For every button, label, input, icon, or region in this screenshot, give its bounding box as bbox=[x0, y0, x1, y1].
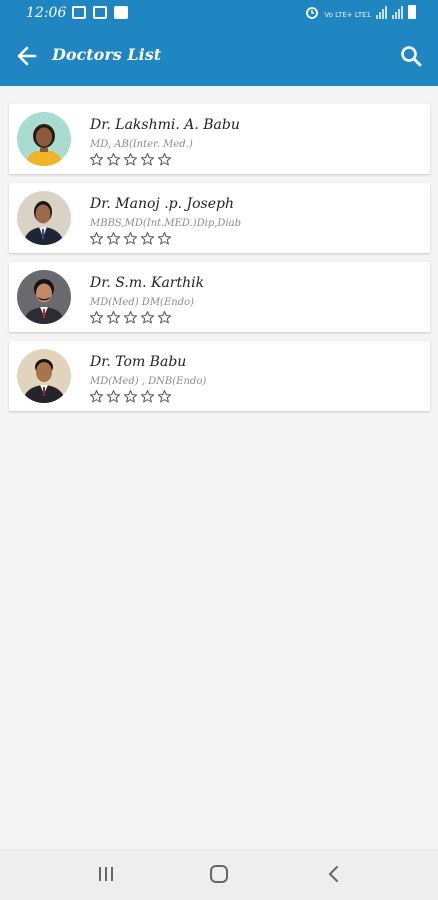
home-button[interactable] bbox=[206, 862, 232, 886]
star-outline-icon[interactable] bbox=[89, 310, 104, 325]
star-outline-icon[interactable] bbox=[157, 152, 172, 167]
star-outline-icon[interactable] bbox=[157, 389, 172, 404]
doctor-name: Dr. Lakshmi. A. Babu bbox=[90, 117, 240, 133]
system-icons: Vo LTE+ LTE1 bbox=[305, 5, 416, 19]
battery-icon bbox=[408, 5, 416, 19]
message-notification-icon bbox=[93, 6, 107, 19]
star-outline-icon[interactable] bbox=[140, 152, 155, 167]
rating-stars[interactable] bbox=[89, 389, 172, 404]
doctor-card[interactable]: Dr. Tom Babu MD(Med) , DNB(Endo) bbox=[9, 341, 430, 411]
doctor-qualifications: MD, AB(Inter. Med.) bbox=[90, 139, 193, 150]
home-icon bbox=[210, 865, 228, 883]
status-bar: 12:06 Vo LTE+ LTE1 bbox=[0, 0, 438, 28]
rating-stars[interactable] bbox=[89, 231, 172, 246]
page-title: Doctors List bbox=[52, 45, 162, 64]
star-outline-icon[interactable] bbox=[89, 389, 104, 404]
signal-2-icon bbox=[392, 6, 403, 19]
gallery-notification-icon bbox=[72, 6, 86, 19]
doctors-list: Dr. Lakshmi. A. Babu MD, AB(Inter. Med.)… bbox=[9, 104, 430, 420]
doctor-qualifications: MBBS,MD(Int.MED.)Dip,Diab bbox=[90, 218, 242, 229]
signal-1-icon bbox=[376, 6, 387, 19]
app-bar: 12:06 Vo LTE+ LTE1 Doctors List bbox=[0, 0, 438, 86]
doctor-qualifications: MD(Med) DM(Endo) bbox=[90, 297, 195, 308]
recents-icon bbox=[99, 867, 113, 881]
star-outline-icon[interactable] bbox=[106, 231, 121, 246]
star-outline-icon[interactable] bbox=[89, 152, 104, 167]
doctor-card[interactable]: Dr. Lakshmi. A. Babu MD, AB(Inter. Med.) bbox=[9, 104, 430, 174]
star-outline-icon[interactable] bbox=[123, 389, 138, 404]
doctor-avatar bbox=[17, 270, 71, 324]
back-button[interactable] bbox=[12, 42, 42, 70]
doctor-name: Dr. S.m. Karthik bbox=[90, 275, 205, 291]
star-outline-icon[interactable] bbox=[140, 310, 155, 325]
recents-button[interactable] bbox=[93, 862, 119, 886]
notification-icons bbox=[72, 6, 128, 19]
back-chevron-icon bbox=[328, 866, 338, 882]
doctor-name: Dr. Tom Babu bbox=[90, 354, 187, 370]
rating-stars[interactable] bbox=[89, 152, 172, 167]
star-outline-icon[interactable] bbox=[106, 310, 121, 325]
star-outline-icon[interactable] bbox=[106, 152, 121, 167]
star-outline-icon[interactable] bbox=[123, 231, 138, 246]
star-outline-icon[interactable] bbox=[106, 389, 121, 404]
doctor-avatar bbox=[17, 191, 71, 245]
doctor-avatar bbox=[17, 349, 71, 403]
search-icon bbox=[401, 46, 422, 67]
star-outline-icon[interactable] bbox=[157, 310, 172, 325]
alarm-icon bbox=[306, 7, 319, 19]
star-outline-icon[interactable] bbox=[140, 389, 155, 404]
search-button[interactable] bbox=[396, 42, 426, 70]
network-type-label: Vo LTE+ LTE1 bbox=[324, 11, 371, 19]
star-outline-icon[interactable] bbox=[89, 231, 104, 246]
doctor-avatar bbox=[17, 112, 71, 166]
check-notification-icon bbox=[114, 6, 128, 19]
doctor-card[interactable]: Dr. Manoj .p. Joseph MBBS,MD(Int.MED.)Di… bbox=[9, 183, 430, 253]
doctor-qualifications: MD(Med) , DNB(Endo) bbox=[90, 376, 207, 387]
star-outline-icon[interactable] bbox=[157, 231, 172, 246]
system-navigation-bar bbox=[0, 849, 438, 900]
arrow-left-icon bbox=[17, 46, 37, 66]
doctor-card[interactable]: Dr. S.m. Karthik MD(Med) DM(Endo) bbox=[9, 262, 430, 332]
status-time: 12:06 bbox=[26, 5, 67, 21]
star-outline-icon[interactable] bbox=[123, 152, 138, 167]
nav-back-button[interactable] bbox=[321, 862, 347, 886]
star-outline-icon[interactable] bbox=[123, 310, 138, 325]
star-outline-icon[interactable] bbox=[140, 231, 155, 246]
rating-stars[interactable] bbox=[89, 310, 172, 325]
doctor-name: Dr. Manoj .p. Joseph bbox=[90, 196, 234, 212]
